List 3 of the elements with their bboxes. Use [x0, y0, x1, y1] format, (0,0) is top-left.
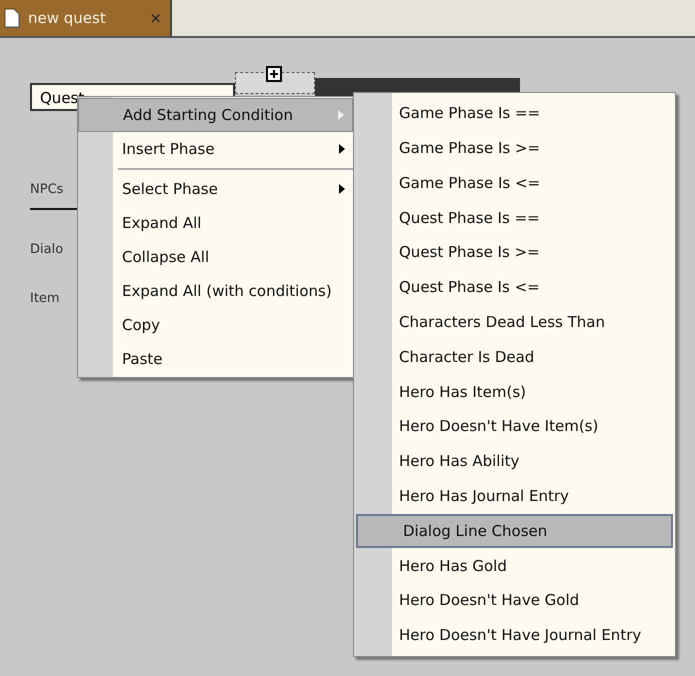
section-label: Dialo — [30, 240, 64, 258]
tab-title: new quest — [28, 8, 107, 29]
section-label: Item — [30, 290, 61, 308]
